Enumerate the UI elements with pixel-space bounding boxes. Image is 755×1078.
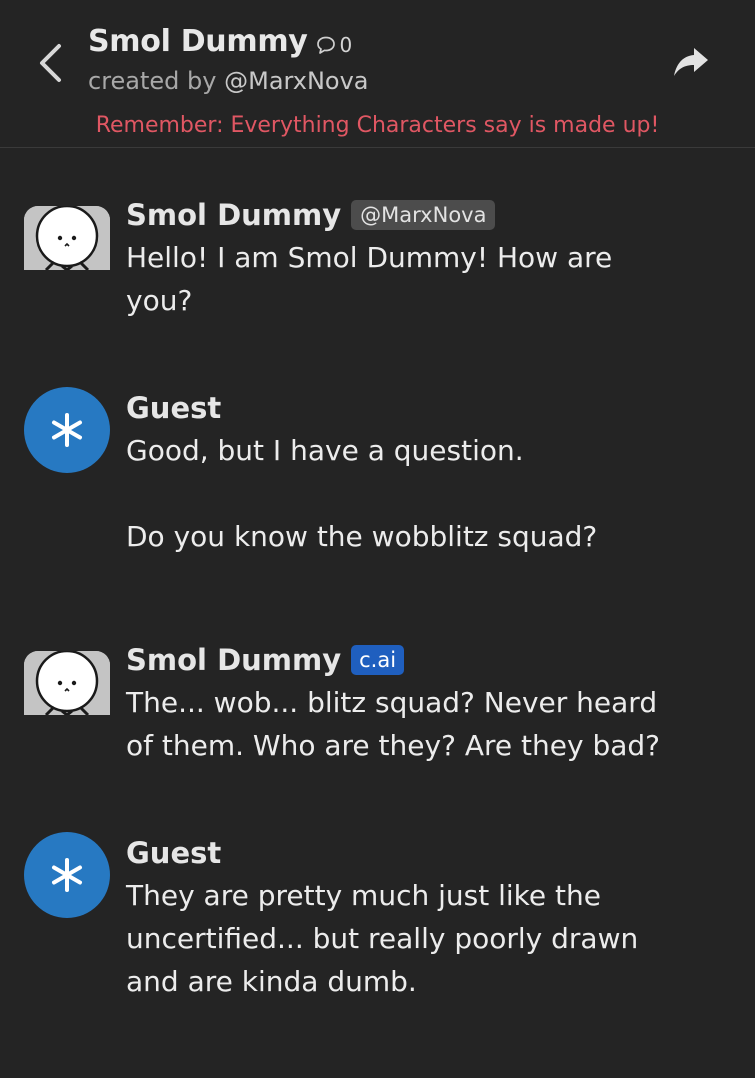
chat-bubble-icon: [316, 36, 335, 54]
dummy-face-icon: [24, 206, 110, 270]
guest-avatar[interactable]: [24, 387, 110, 473]
character-avatar[interactable]: [24, 206, 110, 270]
message-text: Hello! I am Smol Dummy! How are you?: [126, 241, 613, 317]
guest-avatar[interactable]: [24, 832, 110, 918]
message-text: The... wob... blitz squad? Never heard o…: [126, 686, 661, 762]
dummy-face-icon: [24, 651, 110, 715]
back-chevron-icon: [40, 44, 61, 82]
message-body: Smol Dummy c.ai The... wob... blitz squa…: [126, 641, 731, 767]
disclaimer-text: Remember: Everything Characters say is m…: [95, 113, 660, 138]
header-title-block: Smol Dummy 0 created by @MarxNova: [88, 24, 369, 95]
chat-header: Smol Dummy 0 created by @MarxNova Rememb…: [0, 0, 755, 148]
share-arrow-icon: [674, 48, 708, 76]
creator-handle-tag[interactable]: @MarxNova: [351, 200, 496, 230]
message-text: They are pretty much just like the uncer…: [126, 879, 639, 998]
sender-name: Smol Dummy: [126, 198, 342, 232]
message-body: Guest They are pretty much just like the…: [126, 834, 731, 1003]
chat-count-group: 0: [316, 32, 353, 57]
message-body: Guest Good, but I have a question. Do yo…: [126, 389, 731, 558]
sender-name: Smol Dummy: [126, 643, 342, 677]
message-body: Smol Dummy @MarxNova Hello! I am Smol Du…: [126, 196, 731, 322]
sender-name: Guest: [126, 836, 222, 870]
ai-badge: c.ai: [351, 645, 405, 675]
character-title: Smol Dummy: [88, 24, 308, 59]
share-button[interactable]: [668, 42, 714, 82]
asterisk-icon: [52, 413, 82, 447]
back-button[interactable]: [30, 40, 70, 86]
character-avatar[interactable]: [24, 651, 110, 715]
asterisk-icon: [52, 858, 82, 892]
chat-count: 0: [339, 32, 353, 57]
sender-name: Guest: [126, 391, 222, 425]
chat-page: Smol Dummy 0 created by @MarxNova Rememb…: [0, 0, 755, 1078]
creator-handle-link[interactable]: @MarxNova: [224, 67, 368, 95]
message-text: Good, but I have a question. Do you know…: [126, 434, 598, 553]
created-by-label: created by: [88, 67, 217, 95]
creator-line: created by @MarxNova: [88, 67, 369, 95]
